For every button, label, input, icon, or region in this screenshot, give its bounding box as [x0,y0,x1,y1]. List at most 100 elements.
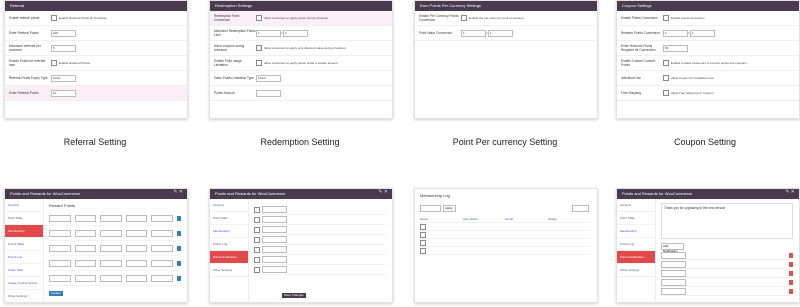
setting-input-2[interactable]: 1 [487,29,513,37]
sidebar-item[interactable]: General [5,199,43,212]
row-checkbox[interactable] [420,231,426,238]
notification-input[interactable] [661,260,686,268]
search-input[interactable] [572,205,589,212]
table-cell-input[interactable] [74,229,97,237]
row-checkbox[interactable] [420,247,426,254]
form-input[interactable] [262,246,287,253]
bulk-action-select[interactable] [420,205,441,212]
form-checkbox[interactable] [254,266,260,273]
setting-checkbox[interactable] [51,15,57,21]
notification-input[interactable] [661,269,686,277]
table-cell-input[interactable] [100,244,122,252]
delete-button[interactable] [789,288,793,294]
row-checkbox[interactable] [420,223,426,230]
delete-button[interactable] [789,279,793,285]
delete-button[interactable] [789,270,793,276]
table-cell-input[interactable] [125,244,148,252]
table-cell-input[interactable] [49,244,71,252]
row-checkbox[interactable] [420,239,426,246]
form-input[interactable] [262,266,287,273]
sidebar-item[interactable]: Order Total [5,264,43,277]
close-icon[interactable]: ✎ ✕ [378,189,388,195]
save-changes-button[interactable]: Save Changes [282,293,306,298]
sidebar-item[interactable]: Other Settings [210,264,248,277]
setting-checkbox[interactable] [663,15,669,21]
sidebar-item[interactable]: Point Table [617,212,655,225]
form-checkbox[interactable] [254,246,260,253]
delete-button[interactable] [789,252,793,258]
sidebar-item[interactable]: Point Table [5,212,43,225]
table-cell-input[interactable] [74,259,97,267]
sidebar-item[interactable]: Point Table [210,212,248,225]
table-cell-input[interactable] [49,259,71,267]
row-action-button[interactable] [176,245,181,251]
table-cell-input[interactable] [125,229,148,237]
table-cell-input[interactable] [125,214,148,222]
table-cell-input[interactable] [74,244,97,252]
table-cell-input[interactable] [49,214,71,222]
delete-button[interactable] [789,261,793,267]
setting-input[interactable]: 100 [51,29,76,37]
table-cell-input[interactable] [49,274,71,282]
setting-input[interactable] [256,89,281,97]
form-checkbox[interactable] [254,226,260,233]
sidebar-item[interactable]: Points Notification [210,251,248,264]
notification-input[interactable] [661,287,686,295]
setting-input[interactable]: 1 [461,29,486,37]
table-cell-input[interactable] [100,274,122,282]
form-input[interactable] [262,206,287,213]
row-action-button[interactable] [176,215,181,221]
sidebar-item[interactable]: Points Notification [617,251,655,264]
table-cell-input[interactable] [125,274,148,282]
sidebar-item[interactable]: Membership [5,225,43,238]
form-checkbox[interactable] [254,236,260,243]
setting-checkbox[interactable] [256,15,262,21]
setting-checkbox[interactable] [663,90,669,96]
setting-input-2[interactable]: 1 [282,29,308,37]
sidebar-item[interactable]: Points Log [5,251,43,264]
sidebar-item[interactable]: Other Settings [617,264,655,277]
row-action-button[interactable] [176,230,181,236]
setting-checkbox[interactable] [663,75,669,81]
sidebar-item[interactable]: General [210,199,248,212]
form-input[interactable] [262,256,287,263]
table-cell-input[interactable] [74,274,97,282]
update-button[interactable]: Update [49,291,63,296]
sidebar-item[interactable]: General [617,199,655,212]
table-cell-input[interactable] [100,229,122,237]
close-icon[interactable]: ✎ ✕ [173,189,183,195]
table-cell-input[interactable] [74,214,97,222]
sidebar-item[interactable]: Membership [210,225,248,238]
form-checkbox[interactable] [254,256,260,263]
setting-checkbox[interactable] [461,15,467,21]
row-action-button[interactable] [176,275,181,281]
form-checkbox[interactable] [254,206,260,213]
setting-input[interactable]: 1 [256,29,281,37]
form-checkbox[interactable] [254,216,260,223]
setting-input-2[interactable]: 1 [689,29,715,37]
sidebar-item[interactable]: Assign Product Points [5,277,43,290]
form-input[interactable] [262,226,287,233]
table-cell-input[interactable] [151,244,173,252]
table-cell-input[interactable] [125,259,148,267]
apply-button[interactable]: Apply [443,205,456,212]
setting-input[interactable]: Fixed [51,74,76,82]
table-cell-input[interactable] [151,274,173,282]
sidebar-item[interactable]: Points Log [617,238,655,251]
form-input[interactable] [262,236,287,243]
sidebar-item[interactable]: Points Log [210,238,248,251]
setting-input[interactable]: 1 [663,29,688,37]
sidebar-item[interactable]: Points Table [5,238,43,251]
row-action-button[interactable] [176,260,181,266]
setting-input[interactable]: 10 [51,89,76,97]
setting-input[interactable]: 50 [663,44,688,52]
setting-checkbox[interactable] [256,60,262,66]
setting-input[interactable]: Fixed [256,74,281,82]
table-cell-input[interactable] [49,229,71,237]
setting-checkbox[interactable] [663,60,669,66]
table-cell-input[interactable] [151,214,173,222]
table-cell-input[interactable] [151,229,173,237]
form-input[interactable] [262,216,287,223]
notification-input[interactable] [661,251,686,259]
sidebar-item[interactable]: Membership [617,225,655,238]
